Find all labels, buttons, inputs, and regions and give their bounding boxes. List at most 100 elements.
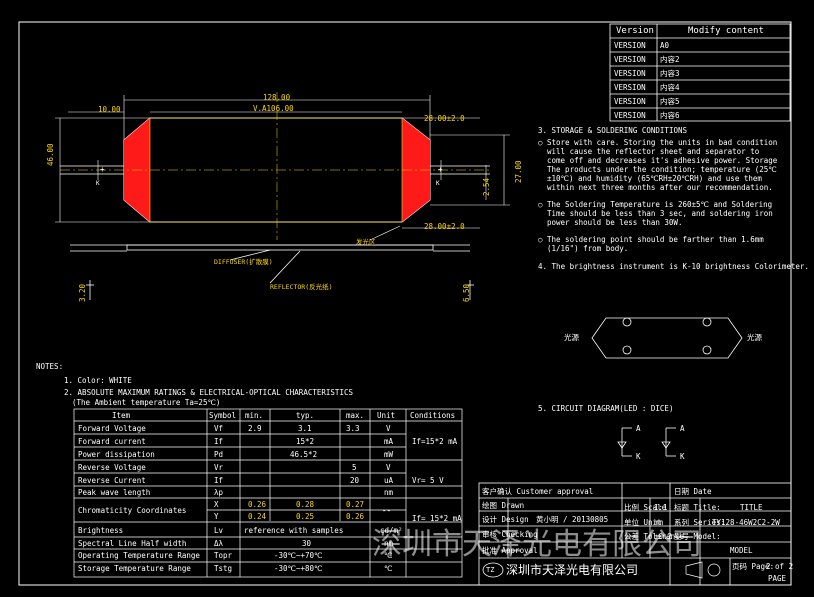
version-cell: VERSION <box>614 69 646 78</box>
spec-unit: uA <box>384 476 394 485</box>
spec-header: max. <box>346 411 365 420</box>
notes-color: 1. Color: WHITE <box>64 376 132 385</box>
spec-unit: mA <box>384 437 394 446</box>
spec-header: Conditions <box>410 411 456 420</box>
spec-item: Power dissipation <box>78 450 155 459</box>
design-label: 设计 Design <box>482 515 529 524</box>
spec-condition: If=15*2 mA <box>412 437 458 446</box>
spec-header: typ. <box>296 411 315 420</box>
spec-symbol: Δλ <box>214 539 224 548</box>
model-value: MODEL <box>730 546 753 555</box>
spec-typ: 30 <box>302 539 312 548</box>
spec-typ: -30℃~+80℃ <box>274 564 323 573</box>
spec-min: 0.24 <box>248 512 267 521</box>
circuit-title: 5. CIRCUIT DIAGRAM(LED : DICE) <box>538 404 674 413</box>
spec-typ: 0.25 <box>296 512 315 521</box>
spec-typ: 3.1 <box>298 424 312 433</box>
version-header: Version <box>616 26 654 36</box>
diffuser-label: DIFFUSER(扩散膜) <box>214 258 273 266</box>
light-source-figure <box>591 317 743 359</box>
spec-max: 3.3 <box>346 424 360 433</box>
point-line: The soldering point should be farther th… <box>547 235 764 244</box>
version-cell: VERSION <box>614 97 646 106</box>
dim-side-left: 3.20 <box>78 283 87 302</box>
pin-minus-left: K <box>96 180 100 187</box>
spec-symbol: Topr <box>214 551 233 560</box>
spec-unit: V <box>386 424 391 433</box>
storage-line: will cause the reflector sheet and separ… <box>547 147 760 156</box>
spec-min: 0.26 <box>248 500 267 509</box>
page-value: 2 of 2 <box>766 562 794 571</box>
spec-symbol: λp <box>214 488 224 497</box>
storage-line: ±10℃) and humidity (65℃RH±20℃RH) and use… <box>547 174 762 183</box>
spec-condition: If= 15*2 mA <box>412 514 462 523</box>
spec-symbol: If <box>214 437 224 446</box>
soldering-line: The Soldering Temperature is 260±5℃ and … <box>547 200 773 209</box>
spec-header: Item <box>112 411 131 420</box>
projection-symbol <box>685 561 721 579</box>
page-word: PAGE <box>768 574 787 583</box>
spec-symbol: Tstg <box>214 564 233 573</box>
spec-item: Reverse Voltage <box>78 463 146 472</box>
storage-line: within next three months after our recom… <box>547 183 773 192</box>
spec-typ: -30℃~+70℃ <box>274 551 323 560</box>
storage-line: come off and decreases it's adhesive pow… <box>547 156 778 165</box>
dim-end-offset: 10.00 <box>98 105 121 114</box>
light-source-left: 光源 <box>564 333 579 342</box>
spec-item: Brightness <box>78 526 124 535</box>
spec-typ: 15*2 <box>296 437 315 446</box>
customer-approval: 客户确认 Customer approval <box>482 487 594 496</box>
point-line: (1/16") from body. <box>547 244 629 253</box>
modify-content-header: Modify content <box>688 26 764 36</box>
light-source-right: 光源 <box>747 333 762 342</box>
dim-pin-space: 2.54 <box>482 177 491 196</box>
date-label: 日期 Date <box>674 487 712 496</box>
spec-item: Spectral Line Half width <box>78 539 187 548</box>
spec-max: 20 <box>350 476 360 485</box>
title-label: 标题 Title: <box>674 503 721 512</box>
drawn-label: 绘图 Drawn <box>482 501 525 510</box>
spec-header: min. <box>245 411 264 420</box>
version-cell: VERSION <box>614 111 646 120</box>
spec-max: 0.26 <box>346 512 365 521</box>
spec-item: Peak wave length <box>78 488 151 497</box>
spec-unit: V <box>386 463 391 472</box>
spec-symbol: Pd <box>214 450 224 459</box>
notes-abs: 2. ABSOLUTE MAXIMUM RATINGS & ELECTRICAL… <box>64 388 353 397</box>
spec-reference: reference with samples <box>244 526 344 535</box>
spec-item: Forward Voltage <box>78 424 146 433</box>
dim-inner-length: V.A106.00 <box>253 104 294 113</box>
spec-item: Storage Temperature Range <box>78 564 191 573</box>
version-cell: VERSION <box>614 41 646 50</box>
storage-line: Store with care. Storing the units in ba… <box>547 138 778 147</box>
spec-item: Operating Temperature Range <box>78 551 200 560</box>
spec-unit: -- <box>382 506 392 515</box>
spec-symbol: If <box>214 476 224 485</box>
modify-cell: 内容3 <box>660 69 680 78</box>
spec-symbol: Y <box>214 512 219 521</box>
spec-item: Reverse Current <box>78 476 146 485</box>
circuit-k: K <box>636 452 641 461</box>
circuit-a: A <box>680 424 685 433</box>
series-value: TY128-46W2C2-2W <box>712 518 780 527</box>
storage-line: The products under the condition; temper… <box>547 165 777 174</box>
company-name: 深圳市天泽光电有限公司 <box>506 563 639 577</box>
pin-minus-right: K <box>436 180 440 187</box>
dim-total-length: 128.00 <box>263 93 291 102</box>
bullet-icon: ○ <box>538 235 543 244</box>
version-cell: VERSION <box>614 55 646 64</box>
pin-plus-left: + <box>100 165 105 174</box>
spec-symbol: X <box>214 500 219 509</box>
modify-cell: A0 <box>660 41 670 50</box>
dim-height: 46.00 <box>46 143 55 166</box>
company-logo-icon: TZ <box>486 566 495 574</box>
dim-top-right: 28.00±2.0 <box>424 114 465 123</box>
circuit-k: K <box>680 452 685 461</box>
soldering-line: power should be less than 30W. <box>547 218 683 227</box>
brightness-note: 4. The brightness instrument is K-10 bri… <box>538 262 809 271</box>
spec-unit: ℃ <box>384 564 393 573</box>
scale-value: 1:1 <box>654 503 668 512</box>
circuit-diagram <box>617 427 676 457</box>
modify-cell: 内容4 <box>660 83 680 92</box>
spec-min: 2.9 <box>248 424 262 433</box>
